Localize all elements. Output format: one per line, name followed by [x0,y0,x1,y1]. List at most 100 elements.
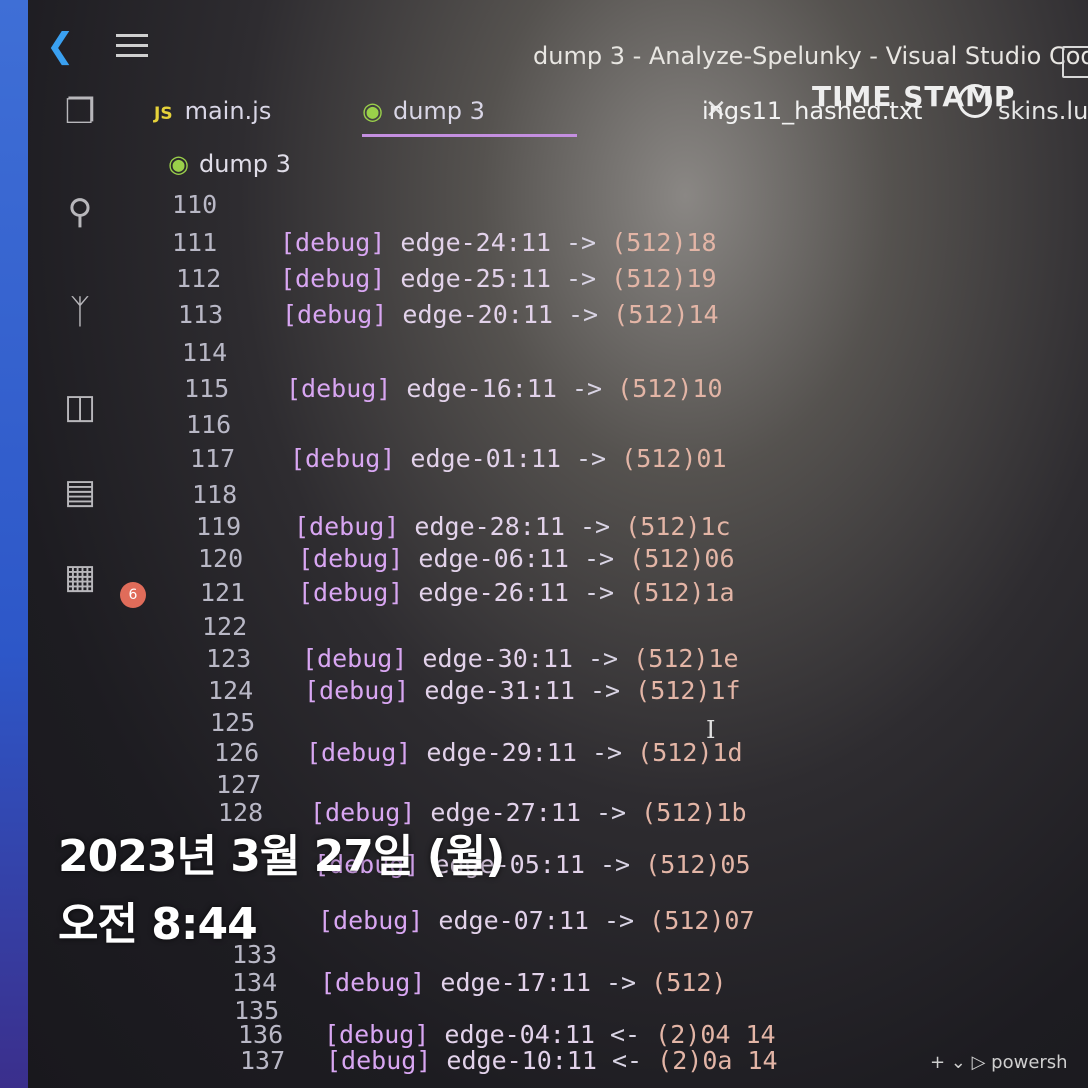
token-arrow: -> [600,850,631,879]
token-edge: edge-26:11 [418,578,569,607]
line-number: 117 [190,444,236,473]
line-number: 124 [208,676,254,705]
token-ret: (512)18 [611,228,717,257]
token-edge: edge-24:11 [400,228,551,257]
code-text: [debug] edge-04:11 <- (2)04 14 [324,1020,776,1049]
code-text: [debug] edge-24:11 -> (512)18 [280,228,717,257]
code-text: [debug] edge-16:11 -> (512)10 [286,374,723,403]
token-edge: edge-31:11 [424,676,575,705]
token-arrow: -> [566,264,597,293]
token-tag: [debug] [326,1046,432,1075]
token-arrow: -> [566,228,597,257]
line-number: 137 [240,1046,286,1075]
token-edge: edge-30:11 [422,644,573,673]
line-number: 121 [200,578,246,607]
code-text: [debug] edge-17:11 -> (512) [320,968,726,997]
token-edge: edge-25:11 [400,264,551,293]
token-arrow: -> [572,374,603,403]
token-ret: (512)1d [637,738,743,767]
line-number: 125 [210,708,256,737]
token-edge: edge-16:11 [406,374,557,403]
line-number: 118 [192,480,238,509]
token-edge: edge-17:11 [440,968,591,997]
token-ret: (512)1e [633,644,739,673]
code-text: [debug] edge-07:11 -> (512)07 [318,906,755,935]
token-tag: [debug] [280,228,386,257]
line-number: 115 [184,374,230,403]
token-tag: [debug] [298,544,404,573]
token-tag: [debug] [320,968,426,997]
token-tag: [debug] [318,906,424,935]
token-tag: [debug] [290,444,396,473]
line-number: 119 [196,512,242,541]
token-tag: [debug] [306,738,412,767]
token-edge: edge-06:11 [418,544,569,573]
token-ret: (512)05 [645,850,751,879]
token-tag: [debug] [282,300,388,329]
token-arrow: -> [584,544,615,573]
terminal-tab[interactable]: + ⌄ ▷ powersh [930,1052,1068,1073]
token-ret: (512)19 [611,264,717,293]
line-number: 116 [186,410,232,439]
line-number: 134 [232,968,278,997]
token-edge: edge-10:11 [446,1046,597,1075]
token-edge: edge-20:11 [402,300,553,329]
token-arrow: <- [612,1046,643,1075]
token-arrow: -> [584,578,615,607]
token-edge: edge-07:11 [438,906,589,935]
code-text: [debug] edge-26:11 -> (512)1a [298,578,735,607]
token-arrow: -> [580,512,611,541]
token-ret: (512)1c [625,512,731,541]
text-cursor-icon: I [706,716,716,744]
token-ret: (2)04 14 [655,1020,776,1049]
line-number: 120 [198,544,244,573]
line-number: 122 [202,612,248,641]
terminal-label: powersh [991,1052,1068,1073]
code-text: [debug] edge-10:11 <- (2)0a 14 [326,1046,778,1075]
line-number: 114 [182,338,228,367]
token-arrow: -> [606,968,637,997]
token-tag: [debug] [324,1020,430,1049]
token-ret: (512)10 [617,374,723,403]
token-ret: (512)1f [635,676,741,705]
token-tag: [debug] [280,264,386,293]
line-number: 127 [216,770,262,799]
token-ret: (512)1a [629,578,735,607]
token-ret: (512)01 [621,444,727,473]
token-ret: (512) [651,968,727,997]
token-ret: (2)0a 14 [657,1046,778,1075]
code-text: [debug] edge-06:11 -> (512)06 [298,544,735,573]
token-edge: edge-29:11 [426,738,577,767]
token-arrow: -> [590,676,621,705]
line-number: 110 [172,190,218,219]
token-arrow: -> [604,906,635,935]
line-number: 111 [172,228,218,257]
token-edge: edge-28:11 [414,512,565,541]
token-edge: edge-04:11 [444,1020,595,1049]
code-text: [debug] edge-31:11 -> (512)1f [304,676,741,705]
line-number: 123 [206,644,252,673]
token-arrow: -> [588,644,619,673]
token-arrow: -> [596,798,627,827]
photo-time-overlay: 오전 8:44 [58,899,258,950]
line-number: 113 [178,300,224,329]
line-number: 126 [214,738,260,767]
token-tag: [debug] [298,578,404,607]
token-tag: [debug] [302,644,408,673]
token-tag: [debug] [286,374,392,403]
code-text: [debug] edge-25:11 -> (512)19 [280,264,717,293]
token-arrow: -> [576,444,607,473]
token-ret: (512)14 [613,300,719,329]
token-ret: (512)07 [649,906,755,935]
code-text: [debug] edge-30:11 -> (512)1e [302,644,739,673]
token-tag: [debug] [304,676,410,705]
photo-date-overlay: 2023년 3월 27일 (월) [58,831,505,882]
code-text: [debug] edge-28:11 -> (512)1c [294,512,731,541]
line-number: 112 [176,264,222,293]
token-edge: edge-01:11 [410,444,561,473]
token-tag: [debug] [294,512,400,541]
code-text: [debug] edge-20:11 -> (512)14 [282,300,719,329]
token-arrow: -> [592,738,623,767]
line-number: 136 [238,1020,284,1049]
code-text: [debug] edge-01:11 -> (512)01 [290,444,727,473]
